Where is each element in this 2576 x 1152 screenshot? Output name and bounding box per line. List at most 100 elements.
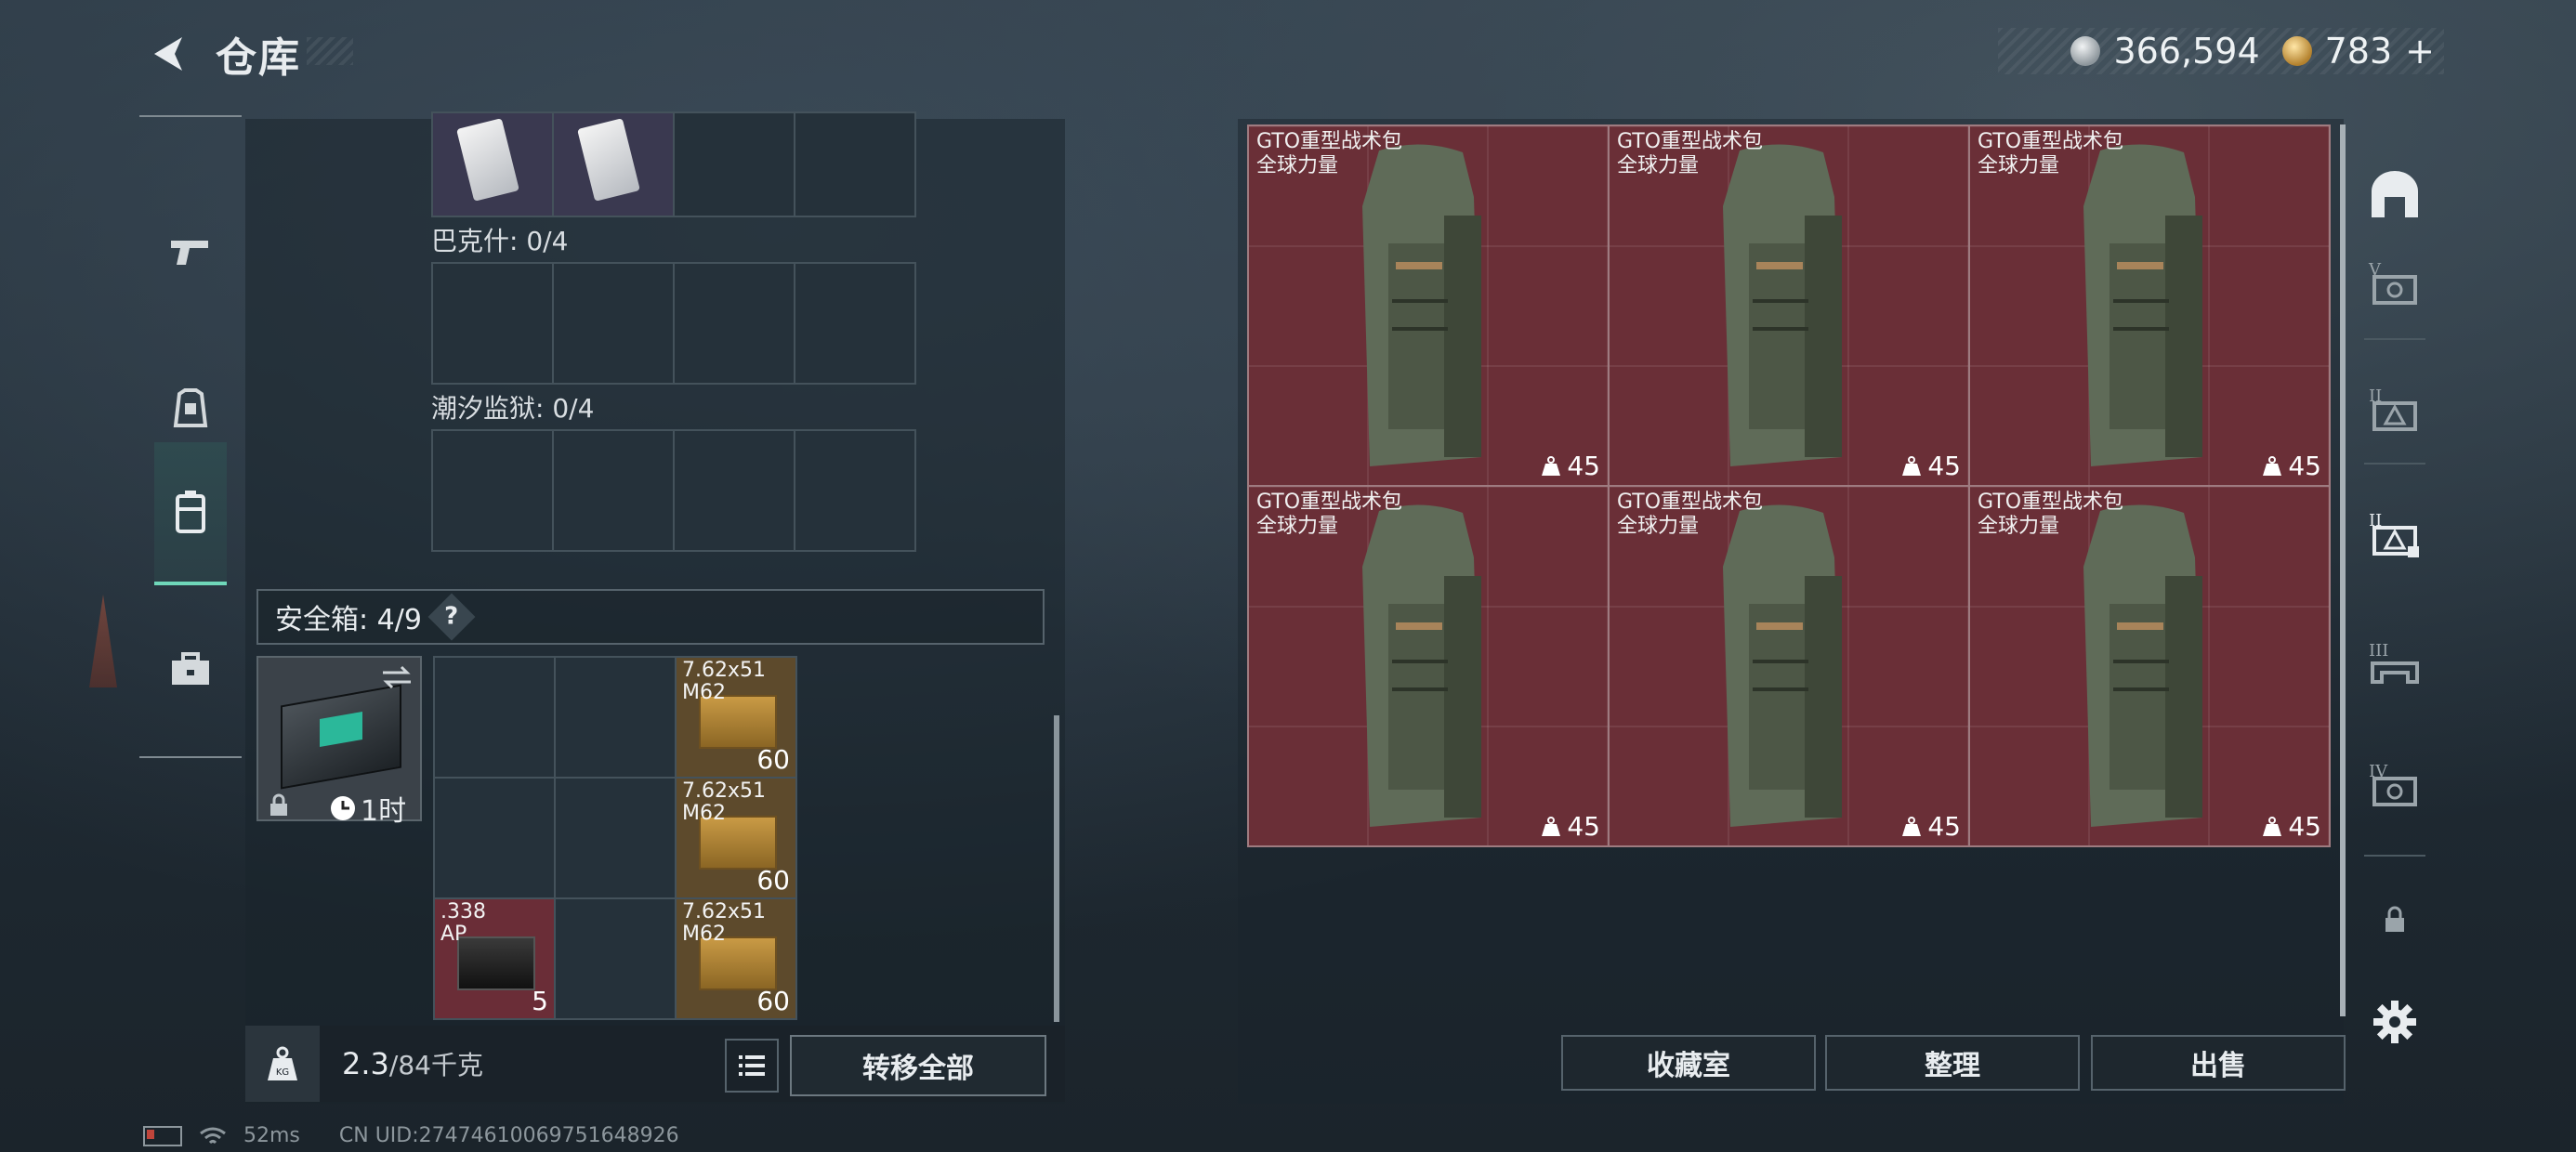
storage-tab-v[interactable]: V — [2355, 227, 2435, 338]
storage-item[interactable]: GTO重型战术包 全球力量 45 — [1610, 126, 1968, 485]
storage-item-title: GTO重型战术包 — [1256, 491, 1403, 514]
kg-weight-icon: KG — [268, 1046, 297, 1080]
storage-scrollbar[interactable] — [2340, 124, 2346, 1016]
gold-coin-icon — [2281, 36, 2312, 66]
safebox-timer-text: 1时 — [361, 795, 407, 828]
weight-icon — [1902, 455, 1922, 476]
weight-bar: KG 2.3/84千克 转移全部 — [245, 1026, 1065, 1102]
battery-icon — [143, 1125, 182, 1146]
storage-item[interactable]: GTO重型战术包 全球力量 45 — [1249, 487, 1608, 845]
backpack-image — [1712, 141, 1851, 476]
rail-item-weapons[interactable] — [154, 182, 227, 321]
weight-icon — [1902, 816, 1922, 836]
weight-max: /84千克 — [388, 1050, 483, 1080]
silver-currency-value: 366,594 — [2113, 31, 2260, 72]
weight-text: 2.3/84千克 — [342, 1045, 483, 1082]
category-rail — [139, 115, 242, 758]
storage-item-title: GTO重型战术包 — [1978, 491, 2124, 514]
empty-slot[interactable] — [795, 264, 914, 383]
collection-room-button[interactable]: 收藏室 — [1561, 1035, 1816, 1091]
storage-item[interactable]: GTO重型战术包 全球力量 45 — [1970, 487, 2329, 845]
ammo-item[interactable]: .338 AP 5 — [435, 899, 554, 1018]
empty-slot[interactable] — [435, 779, 554, 897]
tide-prison-key-grid — [431, 429, 916, 552]
storage-tab-ii-active[interactable]: II — [2355, 478, 2435, 589]
empty-slot[interactable] — [675, 264, 794, 383]
help-button[interactable]: ? — [427, 593, 476, 641]
storage-tab-iii[interactable]: III — [2355, 608, 2435, 719]
storage-tab-ii[interactable]: II — [2355, 353, 2435, 465]
uid-text: CN UID:27474610069751648926 — [338, 1124, 679, 1147]
empty-slot[interactable] — [675, 113, 794, 216]
list-view-button[interactable] — [725, 1039, 779, 1093]
backpack-illustration — [1362, 144, 1481, 466]
item-slot[interactable] — [554, 113, 673, 216]
ammo-item[interactable]: 7.62x51 M62 60 — [677, 658, 795, 777]
back-button[interactable] — [139, 28, 199, 80]
ping-text: 52ms — [243, 1124, 300, 1147]
storage-grid: GTO重型战术包 全球力量 45 GTO重型战术包 全球力量 45 GTO重型战… — [1247, 124, 2331, 847]
storage-item-weight: 45 — [1901, 451, 1961, 481]
backpack-image — [2072, 502, 2212, 836]
backpack-illustration — [1723, 504, 1842, 827]
storage-tab-iv[interactable]: IV — [2355, 728, 2435, 840]
ammo-quantity: 5 — [532, 986, 548, 1016]
ammo-name: 7.62x51 M62 — [682, 659, 766, 704]
empty-slot[interactable] — [435, 658, 554, 777]
storage-item[interactable]: GTO重型战术包 全球力量 45 — [1610, 487, 1968, 845]
ammo-item[interactable]: 7.62x51 M62 60 — [677, 779, 795, 897]
item-slot[interactable] — [433, 113, 552, 216]
storage-item-name: GTO重型战术包 全球力量 — [1617, 491, 1763, 539]
storage-item[interactable]: GTO重型战术包 全球力量 45 — [1970, 126, 2329, 485]
empty-slot[interactable] — [556, 899, 675, 1018]
sell-button[interactable]: 出售 — [2091, 1035, 2346, 1091]
svg-text:III: III — [2369, 641, 2388, 661]
clock-icon — [331, 796, 355, 820]
storage-item-weight-value: 45 — [1927, 811, 1961, 842]
ammo-name: .338 AP — [440, 900, 486, 946]
swap-icon[interactable] — [379, 663, 414, 691]
silver-coin-icon — [2070, 36, 2101, 66]
storage-item-weight: 45 — [1901, 811, 1961, 842]
sort-button[interactable]: 整理 — [1825, 1035, 2080, 1091]
empty-slot[interactable] — [556, 779, 675, 897]
empty-slot[interactable] — [556, 658, 675, 777]
storage-item-weight-value: 45 — [1927, 451, 1961, 481]
backpack-illustration — [1362, 504, 1481, 827]
empty-slot[interactable] — [554, 431, 673, 550]
empty-slot[interactable] — [675, 431, 794, 550]
background-cone — [89, 595, 117, 687]
settings-button[interactable] — [2355, 985, 2435, 1059]
storage-iii-icon: III — [2369, 641, 2419, 684]
empty-slot[interactable] — [433, 264, 552, 383]
empty-slot[interactable] — [433, 431, 552, 550]
transfer-all-button[interactable]: 转移全部 — [790, 1035, 1046, 1096]
empty-slot[interactable] — [554, 264, 673, 383]
ammo-item[interactable]: 7.62x51 M62 60 — [677, 899, 795, 1018]
backpack-image — [1351, 502, 1491, 836]
storage-tab-locked[interactable] — [2355, 864, 2435, 975]
rail-item-backpack[interactable] — [154, 442, 227, 585]
storage-item-name: GTO重型战术包 全球力量 — [1617, 130, 1763, 178]
lock-icon — [270, 793, 287, 816]
empty-slot[interactable] — [795, 431, 914, 550]
backpack-image — [1712, 502, 1851, 836]
storage-item-brand: 全球力量 — [1256, 515, 1339, 538]
storage-tab-rail: V II II III IV — [2355, 115, 2435, 1044]
slot-label-bakhsh: 巴克什: 0/4 — [431, 226, 569, 256]
empty-slot[interactable] — [795, 113, 914, 216]
list-icon — [739, 1055, 765, 1076]
storage-item-weight: 45 — [1541, 811, 1600, 842]
rail-item-briefcase[interactable] — [154, 600, 227, 740]
safebox-timer: 1时 — [329, 788, 406, 829]
storage-item-weight: 45 — [2262, 811, 2321, 842]
equipment-scrollbar[interactable] — [1054, 715, 1059, 1022]
lock-icon — [2385, 906, 2404, 932]
currency-bar: 366,594 783 + — [1998, 28, 2444, 74]
weight-icon — [1542, 816, 1561, 836]
add-currency-button[interactable]: + — [2405, 31, 2435, 72]
storage-item[interactable]: GTO重型战术包 全球力量 45 — [1249, 126, 1608, 485]
ammo-quantity: 60 — [756, 986, 790, 1016]
storage-item-brand: 全球力量 — [1978, 515, 2060, 538]
safebox-card[interactable]: 1时 — [256, 656, 422, 828]
